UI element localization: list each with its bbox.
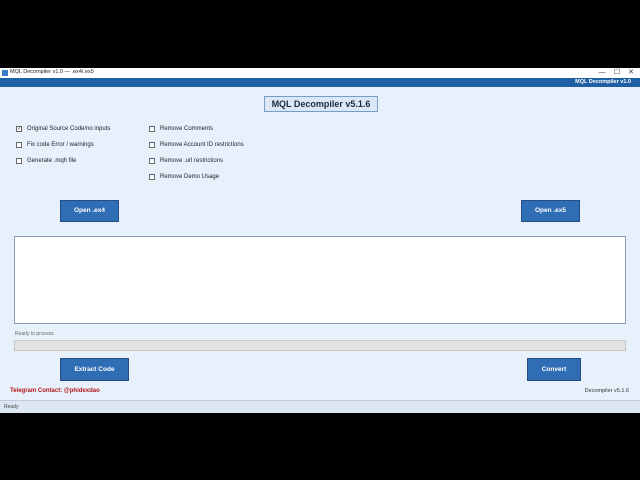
option-original-source[interactable]: ✓ Original Source Code/no inputs — [16, 126, 110, 132]
option-label: Remove Account ID restrictions — [160, 142, 244, 148]
checkbox-fix-errors[interactable] — [16, 142, 22, 148]
telegram-contact: Telegram Contact: @phidexdao — [10, 388, 100, 394]
app-header-bar: MQL Decompiler v1.0 — [0, 78, 640, 87]
option-remove-comments[interactable]: Remove Comments — [149, 126, 213, 132]
minimize-button[interactable]: — — [595, 68, 609, 78]
checkbox-remove-account-id[interactable] — [149, 142, 155, 148]
open-ex5-button[interactable]: Open .ex5 — [521, 200, 580, 222]
extract-code-button[interactable]: Extract Code — [60, 358, 129, 381]
option-label: Remove .url restrictions — [160, 158, 224, 164]
open-ex4-button[interactable]: Open .ex4 — [60, 200, 119, 222]
app-window: MQL Decompiler v1.0 — .ex4/.ex5 — ☐ ✕ MQ… — [0, 68, 640, 413]
window-title: MQL Decompiler v1.0 — .ex4/.ex5 — [10, 69, 94, 75]
checkbox-original-source[interactable]: ✓ — [16, 126, 22, 132]
status-bar: Ready — [0, 400, 640, 413]
convert-button[interactable]: Convert — [527, 358, 581, 381]
option-remove-demo[interactable]: Remove Demo Usage — [149, 174, 219, 180]
checkbox-remove-demo[interactable] — [149, 174, 155, 180]
option-label: Generate .mqh file — [27, 158, 77, 164]
checkbox-remove-comments[interactable] — [149, 126, 155, 132]
maximize-button[interactable]: ☐ — [610, 68, 624, 78]
checkbox-remove-url[interactable] — [149, 158, 155, 164]
option-remove-url[interactable]: Remove .url restrictions — [149, 158, 223, 164]
option-label: Original Source Code/no inputs — [27, 126, 111, 132]
app-icon — [2, 70, 8, 76]
version-label: Decompiler v5.1.6 — [584, 388, 629, 394]
option-fix-errors[interactable]: Fix code Error / warnings — [16, 142, 94, 148]
header-title: MQL Decompiler v1.0 — [575, 79, 631, 85]
checkbox-generate-mqh[interactable] — [16, 158, 22, 164]
option-label: Remove Demo Usage — [160, 174, 220, 180]
status-text: Ready — [4, 404, 19, 410]
progress-label: Ready to process — [15, 331, 54, 337]
option-label: Remove Comments — [160, 126, 214, 132]
option-generate-mqh[interactable]: Generate .mqh file — [16, 158, 76, 164]
option-label: Fix code Error / warnings — [27, 142, 94, 148]
option-remove-account-id[interactable]: Remove Account ID restrictions — [149, 142, 244, 148]
output-textarea[interactable] — [14, 236, 626, 324]
close-button[interactable]: ✕ — [624, 68, 638, 78]
page-title: MQL Decompiler v5.1.6 — [264, 96, 378, 112]
progress-bar — [14, 340, 626, 351]
